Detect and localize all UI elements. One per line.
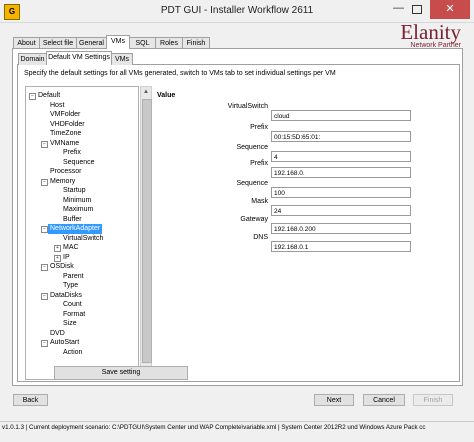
field-input[interactable]: 4 — [271, 151, 411, 162]
cancel-button[interactable]: Cancel — [363, 394, 405, 406]
field-label: Sequence — [236, 180, 268, 187]
tree-expander-icon[interactable]: − — [41, 178, 48, 186]
tree-item[interactable]: Maximum — [63, 205, 93, 215]
field-label: Mask — [251, 198, 268, 205]
tree-expander-icon[interactable]: + — [54, 245, 61, 252]
tree-item[interactable]: Parent — [63, 272, 84, 282]
tree-item[interactable]: Prefix — [63, 148, 81, 158]
tree-expander-icon[interactable]: − — [41, 292, 48, 300]
tree-item[interactable]: VHDFolder — [50, 120, 85, 130]
tree-item[interactable]: Action — [63, 348, 82, 358]
tree-item[interactable]: Size — [63, 319, 77, 329]
subtab-domain[interactable]: Domain — [18, 53, 47, 65]
tree-item[interactable]: Host — [50, 101, 64, 111]
tree-item[interactable]: Sequence — [63, 158, 95, 168]
finish-button: Finish — [413, 394, 453, 406]
minimize-button[interactable]: — — [393, 2, 404, 14]
tree-item[interactable]: VMName — [50, 139, 79, 149]
tree-item[interactable]: Memory — [50, 177, 75, 187]
status-bar: v1.0.1.3 | Current deployment scenario: … — [0, 421, 474, 442]
field-label: Gateway — [240, 216, 268, 223]
tree-item[interactable]: VirtualSwitch — [63, 234, 103, 244]
tree-expander-icon[interactable]: − — [41, 140, 48, 148]
tree-item[interactable]: Minimum — [63, 196, 91, 206]
field-input[interactable]: 192.168.0.200 — [271, 223, 411, 234]
tree-item[interactable]: NetworkAdapter — [48, 224, 103, 234]
close-button[interactable]: ✕ — [430, 0, 470, 19]
tree-expander-icon[interactable]: − — [41, 340, 48, 347]
tree-item[interactable]: DVD — [50, 329, 65, 339]
field-input[interactable]: 192.168.0.1 — [271, 241, 411, 252]
tree-item[interactable]: Count — [63, 300, 82, 310]
field-input[interactable]: 00:15:5D:65:01: — [271, 131, 411, 142]
tree-item[interactable]: AutoStart — [50, 338, 79, 348]
tree-expander-icon[interactable]: − — [41, 226, 48, 233]
tree-item[interactable]: TimeZone — [50, 129, 81, 139]
tree-item[interactable]: Buffer — [63, 215, 82, 225]
next-button[interactable]: Next — [314, 394, 354, 406]
tree-expander-icon[interactable]: − — [41, 264, 48, 271]
save-setting-button[interactable]: Save setting — [54, 366, 188, 380]
tree-expander-icon[interactable]: + — [54, 254, 61, 262]
tree-expander-icon[interactable]: − — [29, 93, 36, 100]
value-header: Value — [157, 92, 176, 99]
tree-item[interactable]: IP — [63, 253, 70, 263]
tree-item[interactable]: MAC — [63, 243, 79, 253]
subtab-vms[interactable]: VMs — [111, 53, 133, 65]
scroll-thumb[interactable] — [142, 99, 152, 363]
tree-item[interactable]: Type — [63, 281, 78, 291]
settings-tree[interactable]: − Default Host VMFolder VHDFolder TimeZone − VM… — [25, 86, 139, 380]
tree-item[interactable]: Processor — [50, 167, 82, 177]
tree-scrollbar[interactable]: ▲ ▼ — [140, 86, 152, 380]
field-label: VirtualSwitch — [227, 103, 268, 110]
tab-vms[interactable]: VMs — [106, 35, 130, 49]
tree-item[interactable]: Startup — [63, 186, 86, 196]
tree-item[interactable]: Format — [63, 310, 85, 320]
tree-item[interactable]: Default — [38, 91, 60, 101]
back-button[interactable]: Back — [13, 394, 48, 406]
field-label: DNS — [253, 234, 268, 241]
field-input[interactable]: cloud — [271, 110, 411, 121]
subtab-default-vm-settings[interactable]: Default VM Settings — [46, 51, 112, 65]
field-input[interactable]: 192.168.0. — [271, 167, 411, 178]
scroll-up-arrow-icon[interactable]: ▲ — [141, 87, 151, 97]
maximize-button[interactable] — [412, 5, 422, 14]
field-label: Prefix — [250, 160, 268, 167]
tree-item[interactable]: DataDisks — [50, 291, 82, 301]
field-input[interactable]: 100 — [271, 187, 411, 198]
elanity-logo: Elanity Network Partner — [400, 21, 461, 49]
instructions-text: Specify the default settings for all VMs… — [24, 70, 336, 77]
field-input[interactable]: 24 — [271, 205, 411, 216]
logo-name: Elanity — [400, 20, 461, 44]
field-label: Prefix — [250, 124, 268, 131]
tree-item[interactable]: VMFolder — [50, 110, 80, 120]
tree-item[interactable]: OSDisk — [50, 262, 74, 272]
field-label: Sequence — [236, 144, 268, 151]
